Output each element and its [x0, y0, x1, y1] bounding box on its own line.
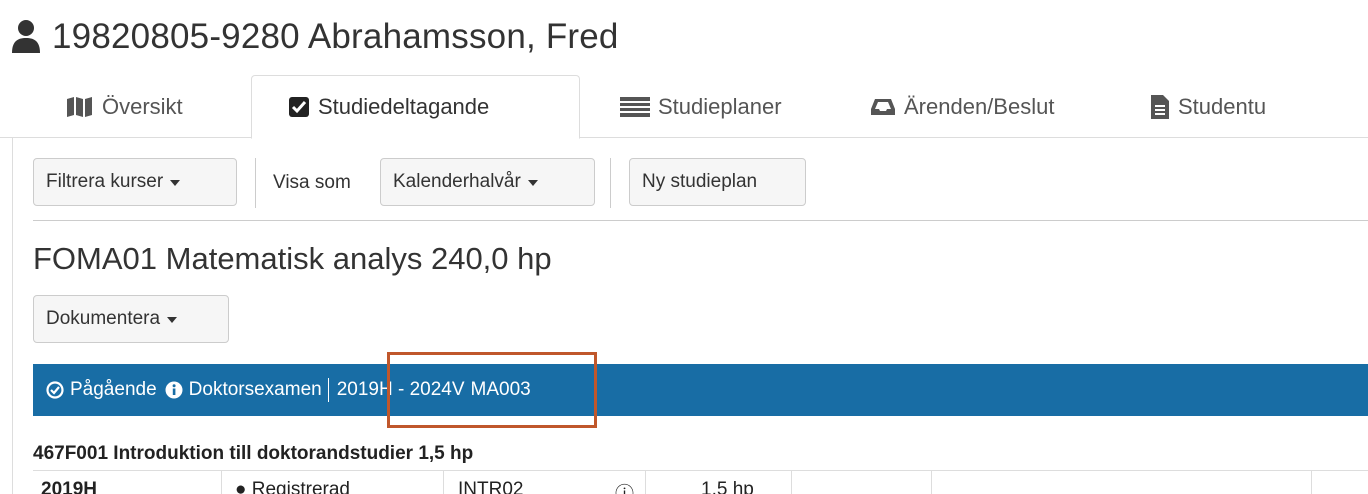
- filter-courses-label: Filtrera kurser: [46, 171, 164, 192]
- column-divider: [645, 471, 646, 494]
- tab-studiedeltagande[interactable]: Studiedeltagande: [251, 75, 580, 139]
- file-icon: [1151, 94, 1169, 119]
- tab-arenden[interactable]: Ärenden/Beslut: [870, 75, 1054, 138]
- inbox-icon: [871, 98, 895, 115]
- course-code: INTR02: [458, 479, 524, 494]
- view-mode-dropdown[interactable]: Kalenderhalvår: [380, 158, 595, 206]
- tab-label: Studiedeltagande: [318, 94, 490, 119]
- exam-type: Doktorsexamen: [188, 379, 322, 400]
- toolbar-separator: [610, 158, 611, 208]
- tab-label: Ärenden/Beslut: [904, 93, 1055, 119]
- document-label: Dokumentera: [46, 308, 161, 329]
- course-status-text: Registrerad: [251, 479, 350, 494]
- status-state: Pågående: [70, 379, 157, 400]
- column-divider: [791, 471, 792, 494]
- info-icon[interactable]: ⓘ: [615, 479, 634, 494]
- highlight-box: [387, 352, 597, 428]
- caret-down-icon: [527, 180, 538, 186]
- filter-courses-button[interactable]: Filtrera kurser: [33, 158, 237, 206]
- new-study-plan-label: Ny studieplan: [642, 171, 758, 192]
- toolbar-separator: [255, 158, 256, 208]
- tab-studentu[interactable]: Studentu: [1150, 75, 1266, 138]
- student-header: 19820805-9280 Abrahamsson, Fred: [10, 14, 619, 60]
- course-title: 467F001 Introduktion till doktorandstudi…: [33, 443, 474, 464]
- registered-icon: ●: [235, 479, 252, 494]
- view-as-label: Visa som: [273, 172, 351, 193]
- program-title: FOMA01 Matematisk analys 240,0 hp: [33, 241, 552, 276]
- status-separator: [327, 378, 329, 402]
- toolbar: Filtrera kurser Visa som Kalenderhalvår …: [33, 158, 1368, 208]
- course-status: ● Registrerad: [235, 479, 350, 494]
- check-circle-icon: [46, 381, 64, 399]
- list-icon: [620, 96, 650, 117]
- tab-label: Studentu: [1178, 93, 1267, 119]
- program-status-bar[interactable]: Pågående Doktorsexamen 2019H - 2024V MA0…: [33, 364, 1368, 416]
- check-square-icon: [289, 97, 309, 117]
- course-term: 2019H: [41, 479, 97, 494]
- document-dropdown-button[interactable]: Dokumentera: [33, 295, 229, 343]
- user-icon: [12, 20, 40, 53]
- tab-label: Studieplaner: [658, 93, 782, 119]
- map-icon: [67, 96, 92, 117]
- caret-down-icon: [167, 317, 178, 323]
- course-credits: 1,5 hp: [701, 479, 754, 494]
- column-divider: [1311, 471, 1312, 494]
- page-title: 19820805-9280 Abrahamsson, Fred: [52, 17, 619, 56]
- column-divider: [443, 471, 444, 494]
- tab-label: Översikt: [102, 93, 183, 119]
- info-icon: [165, 381, 183, 399]
- course-table-row: 2019H ● Registrerad INTR02 ⓘ 1,5 hp: [33, 470, 1368, 494]
- tab-bar: Översikt Studiedeltagande Studieplaner Ä…: [0, 75, 1368, 139]
- tab-oversikt[interactable]: Översikt: [66, 75, 183, 138]
- tab-studieplaner[interactable]: Studieplaner: [620, 75, 782, 138]
- column-divider: [221, 471, 222, 494]
- view-mode-label: Kalenderhalvår: [393, 171, 521, 192]
- new-study-plan-button[interactable]: Ny studieplan: [629, 158, 806, 206]
- caret-down-icon: [170, 180, 181, 186]
- tab-panel: Filtrera kurser Visa som Kalenderhalvår …: [12, 138, 1368, 494]
- divider: [33, 220, 1368, 221]
- column-divider: [931, 471, 932, 494]
